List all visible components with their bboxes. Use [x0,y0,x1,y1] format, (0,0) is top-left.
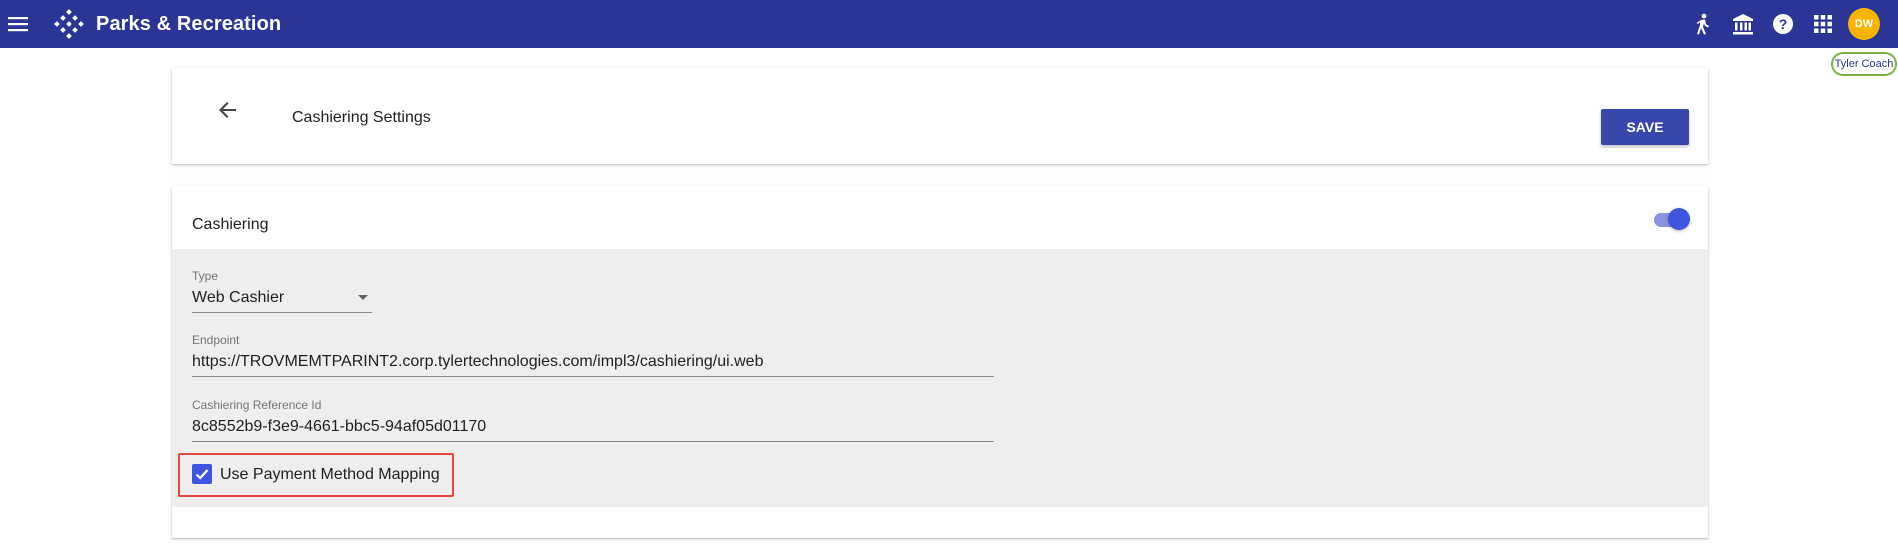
cashiering-enabled-toggle[interactable] [1652,208,1690,230]
top-app-bar: Parks & Recreation ? DW [0,0,1898,48]
bank-icon[interactable] [1730,11,1756,37]
apps-grid-icon[interactable] [1810,11,1836,37]
dropdown-arrow-icon [358,295,368,300]
help-icon[interactable]: ? [1770,11,1796,37]
settings-header-card: Cashiering Settings SAVE [172,68,1708,164]
cashiering-card: Cashiering Type Web Cashier Endpoint htt… [172,186,1708,538]
app-title: Parks & Recreation [96,13,282,35]
type-select[interactable]: Web Cashier [192,289,372,313]
type-label: Type [192,269,219,283]
logo-icon [52,8,86,42]
toggle-thumb [1668,208,1690,230]
endpoint-label: Endpoint [192,333,240,347]
user-avatar[interactable]: DW [1848,8,1880,40]
checkmark-icon [195,469,209,480]
menu-icon[interactable] [4,10,32,38]
payment-mapping-label[interactable]: Use Payment Method Mapping [220,466,440,484]
reference-id-label: Cashiering Reference Id [192,398,322,412]
tyler-coach-badge[interactable]: Tyler Coach [1831,52,1897,76]
reference-id-input[interactable]: 8c8552b9-f3e9-4661-bbc5-94af05d01170 [192,418,994,442]
type-select-value: Web Cashier [192,289,285,306]
back-arrow-icon[interactable] [214,96,242,124]
cashiering-settings-panel: Type Web Cashier Endpoint https://TROVME… [172,249,1708,507]
save-button[interactable]: SAVE [1601,109,1689,145]
page-title: Cashiering Settings [292,109,431,126]
cashiering-section-title: Cashiering [192,216,269,233]
svg-text:?: ? [1779,16,1788,32]
endpoint-input[interactable]: https://TROVMEMTPARINT2.corp.tylertechno… [192,353,994,377]
walking-person-icon[interactable] [1690,11,1716,37]
payment-mapping-checkbox[interactable] [192,464,212,484]
